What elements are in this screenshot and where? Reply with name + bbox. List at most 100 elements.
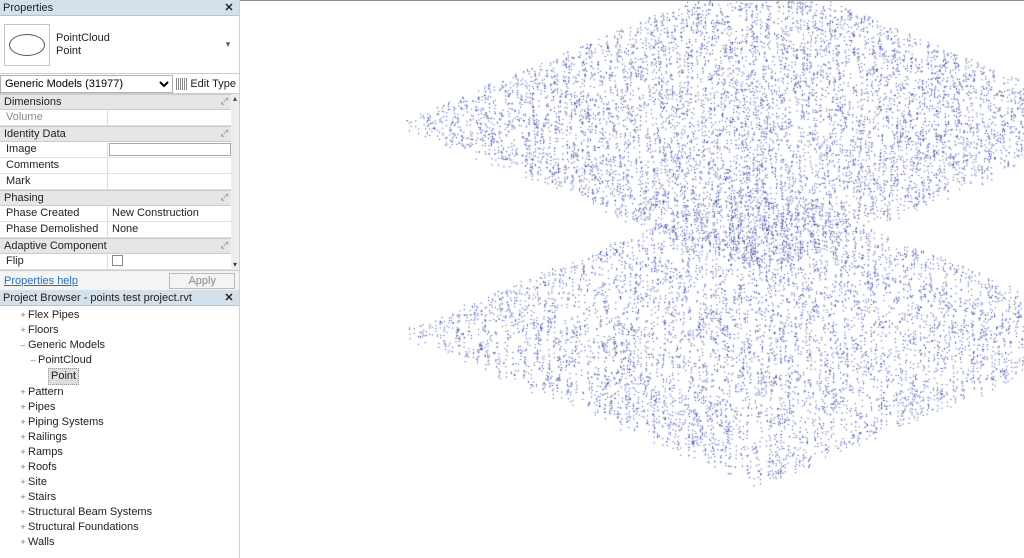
tree-item-label: Piping Systems [28,415,104,430]
tree-item-label: Pattern [28,385,63,400]
property-value[interactable]: New Construction [108,206,232,221]
pin-icon[interactable]: ⤢ [221,192,228,204]
instance-selector[interactable]: Generic Models (31977) [0,75,173,93]
pin-icon[interactable]: ⤢ [221,96,228,108]
project-browser-close-icon[interactable]: ✕ [222,291,236,305]
project-browser: +Flex Pipes+Floors–Generic Models–PointC… [0,306,239,558]
property-group-header[interactable]: Adaptive Component ⤢ [0,238,232,254]
property-label: Comments [0,158,108,173]
tree-item[interactable]: +Piping Systems [8,415,239,430]
property-value[interactable]: None [108,222,232,237]
expand-icon[interactable]: + [18,430,28,445]
pin-icon[interactable]: ⤢ [221,240,228,252]
tree-item[interactable]: +Ramps [8,445,239,460]
tree-item-label: Structural Beam Systems [28,505,152,520]
expand-icon[interactable]: + [18,415,28,430]
tree-item[interactable]: +Roofs [8,460,239,475]
viewport-3d[interactable] [240,0,1024,558]
property-row: Image [0,142,232,158]
property-label: Phase Demolished [0,222,108,237]
collapse-icon[interactable]: – [18,338,28,353]
property-value[interactable] [108,158,232,173]
property-group-header[interactable]: Dimensions ⤢ [0,94,232,110]
expand-icon[interactable]: + [18,460,28,475]
property-group-header[interactable]: Identity Data ⤢ [0,126,232,142]
edit-type-icon [176,78,188,90]
collapse-icon[interactable]: – [28,353,38,368]
expand-icon[interactable]: + [18,400,28,415]
property-group-title: Adaptive Component [4,240,107,252]
expand-icon[interactable]: + [18,445,28,460]
property-group-header[interactable]: Phasing ⤢ [0,190,232,206]
edit-type-label: Edit Type [190,78,236,90]
scroll-up-icon[interactable]: ▴ [231,94,239,104]
properties-header: Properties ✕ [0,0,239,16]
property-value[interactable] [108,254,232,269]
type-preview-row[interactable]: PointCloud Point ▾ [0,16,239,74]
expand-icon[interactable]: + [18,475,28,490]
checkbox-icon[interactable] [112,255,123,266]
tree-item[interactable]: +Flex Pipes [8,308,239,323]
property-row: Mark [0,174,232,190]
project-browser-header: Project Browser - points test project.rv… [0,290,239,306]
expand-icon[interactable]: + [18,535,28,550]
scroll-down-icon[interactable]: ▾ [231,260,239,270]
tree-item[interactable]: Point [8,368,239,385]
tree-item[interactable]: +Walls [8,535,239,550]
pin-icon[interactable]: ⤢ [221,128,228,140]
property-grid: Dimensions ⤢ Volume Identity Data ⤢ ImageComm… [0,94,239,270]
property-value[interactable] [109,143,231,156]
property-row: Comments [0,158,232,174]
tree-item[interactable]: +Pattern [8,385,239,400]
property-row: Phase CreatedNew Construction [0,206,232,222]
tree-item-label: Site [28,475,47,490]
property-label: Phase Created [0,206,108,221]
tree-item-label: Stairs [28,490,56,505]
properties-help-link[interactable]: Properties help [4,275,78,287]
property-value[interactable] [108,174,232,189]
tree-item-label: Structural Foundations [28,520,139,535]
expand-icon[interactable]: + [18,505,28,520]
property-scrollbar[interactable]: ▴ ▾ [231,94,239,270]
expand-icon[interactable]: + [18,308,28,323]
tree-item[interactable]: +Site [8,475,239,490]
property-group-title: Identity Data [4,128,66,140]
type-name-sub: Point [56,45,221,58]
property-label: Image [0,142,108,157]
tree-item-label: Pipes [28,400,56,415]
tree-item[interactable]: +Railings [8,430,239,445]
property-group-title: Dimensions [4,96,61,108]
tree-item[interactable]: +Structural Foundations [8,520,239,535]
property-label: Mark [0,174,108,189]
tree-item[interactable]: +Stairs [8,490,239,505]
project-tree: +Flex Pipes+Floors–Generic Models–PointC… [0,306,239,552]
tree-item[interactable]: +Pipes [8,400,239,415]
tree-item-label: Ramps [28,445,63,460]
expand-icon[interactable]: + [18,385,28,400]
edit-type-button[interactable]: Edit Type [173,78,239,90]
tree-item[interactable]: –PointCloud [8,353,239,368]
tree-item-label: Point [48,368,79,385]
app-root: Properties ✕ PointCloud Point ▾ Generic … [0,0,1024,558]
properties-close-icon[interactable]: ✕ [222,1,236,15]
property-label: Volume [0,110,108,125]
family-name: PointCloud [56,32,221,45]
expand-icon[interactable]: + [18,323,28,338]
tree-item-label: Generic Models [28,338,105,353]
property-group-title: Phasing [4,192,44,204]
type-name: PointCloud Point [56,32,221,58]
pointcloud-canvas [240,1,1024,558]
type-dropdown-icon[interactable]: ▾ [221,38,235,52]
tree-item-label: Railings [28,430,67,445]
tree-item[interactable]: –Generic Models [8,338,239,353]
properties-title: Properties [3,2,53,14]
expand-icon[interactable]: + [18,490,28,505]
tree-item-label: Floors [28,323,59,338]
tree-item-label: PointCloud [38,353,92,368]
tree-item[interactable]: +Floors [8,323,239,338]
property-value[interactable] [108,110,232,125]
tree-item-label: Flex Pipes [28,308,79,323]
expand-icon[interactable]: + [18,520,28,535]
apply-button[interactable]: Apply [169,273,235,289]
tree-item[interactable]: +Structural Beam Systems [8,505,239,520]
